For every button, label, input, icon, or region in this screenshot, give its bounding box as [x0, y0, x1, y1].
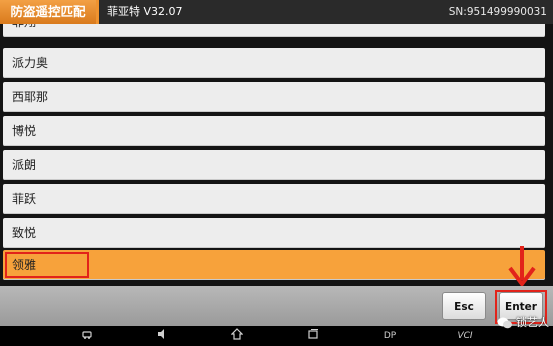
title-bar: 防盗遥控匹配 菲亚特 V32.07 SN:951499990031 — [0, 0, 553, 24]
list-item-label: 西耶那 — [12, 90, 49, 104]
recent-apps-icon[interactable] — [306, 328, 320, 344]
system-nav-bar: DP VCI — [0, 326, 553, 346]
list-item-label: 博悦 — [12, 124, 37, 138]
list-item-punto[interactable]: 派朗 — [3, 150, 545, 180]
list-item-feixiang[interactable]: 菲翔 — [3, 24, 545, 37]
esc-button[interactable]: Esc — [442, 292, 486, 320]
watermark: 锁艺人 — [497, 311, 549, 335]
selection-highlight-box — [5, 252, 89, 278]
vehicle-version: 菲亚特 V32.07 — [107, 5, 183, 18]
list-item-viaggio[interactable]: 致悦 — [3, 218, 545, 248]
model-list: 菲翔 派力奥 西耶那 博悦 派朗 菲跃 致悦 领雅 — [0, 24, 553, 286]
volume-icon[interactable] — [155, 328, 169, 344]
action-bar: Esc Enter — [0, 286, 553, 326]
car-icon[interactable] — [80, 328, 94, 344]
watermark-text: 锁艺人 — [516, 316, 549, 329]
list-item-freemont[interactable]: 菲跃 — [3, 184, 545, 214]
home-icon[interactable] — [230, 328, 244, 344]
list-item-label: 致悦 — [12, 226, 37, 240]
title-separator — [96, 0, 99, 24]
serial-number: SN:951499990031 — [448, 6, 547, 18]
list-item-palio[interactable]: 派力奥 — [3, 48, 545, 78]
list-item-label: 派朗 — [12, 158, 37, 172]
list-item-label: 菲翔 — [12, 24, 36, 37]
dp-indicator[interactable]: DP — [380, 328, 400, 344]
function-title: 防盗遥控匹配 — [0, 0, 96, 24]
wechat-icon — [497, 317, 512, 329]
list-item-label: 派力奥 — [12, 56, 49, 70]
list-item-linea-selected[interactable]: 领雅 — [3, 250, 545, 280]
list-item-label: 菲跃 — [12, 192, 37, 206]
list-item-siena[interactable]: 西耶那 — [3, 82, 545, 112]
arrow-down-icon — [508, 246, 536, 288]
vci-indicator: VCI — [457, 331, 473, 341]
list-item-bravo[interactable]: 博悦 — [3, 116, 545, 146]
